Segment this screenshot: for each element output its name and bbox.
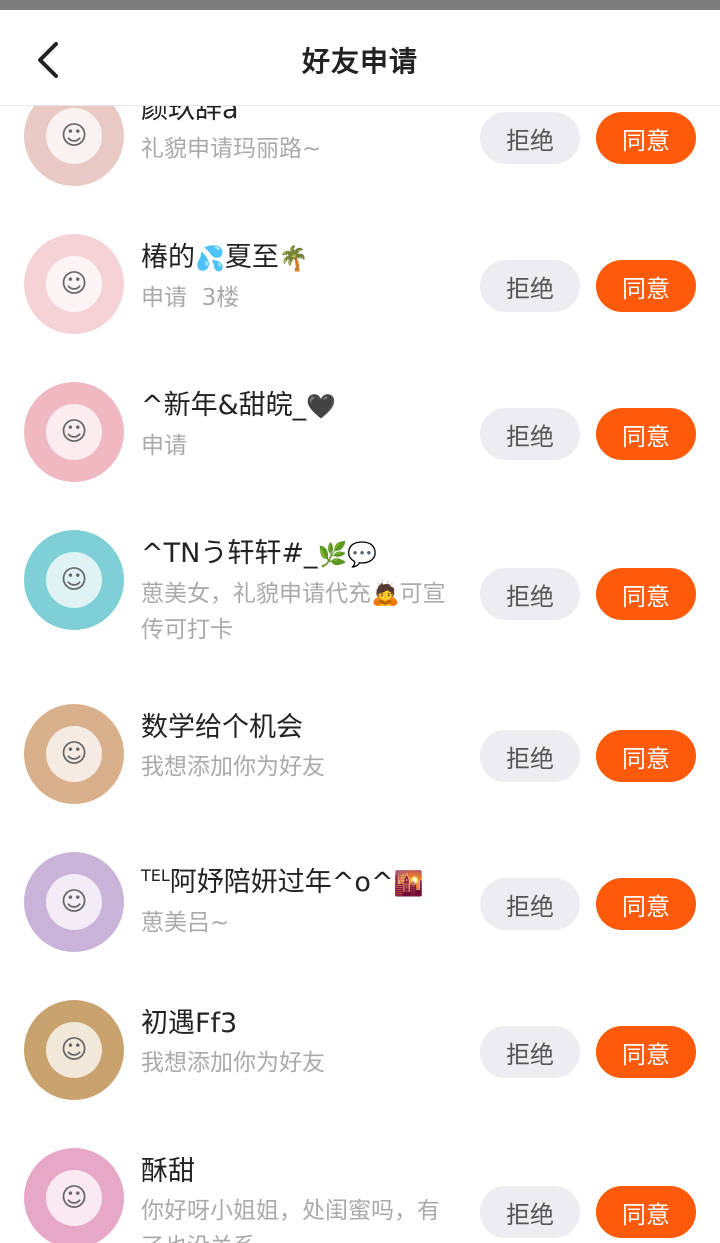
page-title: 好友申请 bbox=[301, 45, 418, 78]
request-name: 酥甜 bbox=[141, 1156, 195, 1187]
request-message: 申请 bbox=[141, 432, 187, 459]
droplets-icon: 💦 bbox=[195, 244, 225, 273]
avatar[interactable]: ☺ bbox=[24, 1148, 124, 1243]
palm-tree-icon: 🌴 bbox=[278, 244, 309, 273]
list-item: ☺ ^新年&甜皖_🖤 申请 拒绝 同意 bbox=[0, 312, 720, 482]
accept-button[interactable]: 同意 bbox=[596, 408, 696, 460]
request-name: 颜玖辞a bbox=[141, 106, 239, 125]
request-name: 数学给个机会 bbox=[141, 712, 303, 743]
accept-button[interactable]: 同意 bbox=[596, 878, 696, 930]
black-heart-icon: 🖤 bbox=[306, 392, 337, 421]
reject-button[interactable]: 拒绝 bbox=[480, 112, 580, 164]
avatar-icon: ☺ bbox=[46, 552, 102, 608]
request-name: ^新年&甜皖_🖤 bbox=[141, 387, 461, 426]
accept-button[interactable]: 同意 bbox=[596, 1026, 696, 1078]
avatar-icon: ☺ bbox=[46, 1170, 102, 1226]
avatar-icon: ☺ bbox=[46, 404, 102, 460]
request-message: 申请 3楼 bbox=[141, 284, 240, 311]
list-item: ☺ 颜玖辞a 礼貌申请玛丽路~ 拒绝 同意 bbox=[0, 106, 720, 186]
reject-button[interactable]: 拒绝 bbox=[480, 408, 580, 460]
reject-button[interactable]: 拒绝 bbox=[480, 1026, 580, 1078]
request-message: 礼貌申请玛丽路~ bbox=[141, 136, 322, 162]
reject-button[interactable]: 拒绝 bbox=[480, 568, 580, 620]
avatar-icon: ☺ bbox=[46, 108, 102, 164]
request-name: ^TNう轩轩#_🌿💬 bbox=[141, 535, 461, 574]
accept-button[interactable]: 同意 bbox=[596, 568, 696, 620]
reject-button[interactable]: 拒绝 bbox=[480, 260, 580, 312]
list-item: ☺ 初遇Ff3 我想添加你为好友 拒绝 同意 bbox=[0, 930, 720, 1100]
accept-button[interactable]: 同意 bbox=[596, 260, 696, 312]
name-text: 阿妤陪妍过年^o^ bbox=[169, 867, 394, 898]
friend-request-list[interactable]: ☺ 颜玖辞a 礼貌申请玛丽路~ 拒绝 同意 ☺ 椿的💦夏至🌴 申请 3楼 拒绝 … bbox=[0, 106, 720, 1243]
request-name: TEL阿妤陪妍过年^o^🌇 bbox=[141, 857, 461, 903]
reject-button[interactable]: 拒绝 bbox=[480, 1186, 580, 1238]
list-item: ☺ 椿的💦夏至🌴 申请 3楼 拒绝 同意 bbox=[0, 164, 720, 334]
request-message: 我想添加你为好友 bbox=[141, 754, 325, 780]
reject-button[interactable]: 拒绝 bbox=[480, 878, 580, 930]
list-item: ☺ 酥甜 你好呀小姐姐，处闺蜜吗，有了也没关系 拒绝 同意 bbox=[0, 1078, 720, 1243]
avatar-icon: ☺ bbox=[46, 726, 102, 782]
name-text: 椿的 bbox=[141, 242, 195, 273]
list-item: ☺ ^TNう轩轩#_🌿💬 葸美女，礼貌申请代充🙇可宣传可打卡 拒绝 同意 bbox=[0, 460, 720, 643]
avatar-icon: ☺ bbox=[46, 1022, 102, 1078]
request-message: 你好呀小姐姐，处闺蜜吗，有了也没关系 bbox=[141, 1198, 440, 1243]
request-name: 初遇Ff3 bbox=[141, 1008, 238, 1039]
name-text: ^新年&甜皖_ bbox=[141, 390, 307, 421]
accept-button[interactable]: 同意 bbox=[596, 730, 696, 782]
list-item: ☺ 数学给个机会 我想添加你为好友 拒绝 同意 bbox=[0, 634, 720, 804]
avatar-icon: ☺ bbox=[46, 256, 102, 312]
avatar-icon: ☺ bbox=[46, 874, 102, 930]
request-name: 椿的💦夏至🌴 bbox=[141, 239, 461, 278]
accept-button[interactable]: 同意 bbox=[596, 112, 696, 164]
accept-button[interactable]: 同意 bbox=[596, 1186, 696, 1238]
name-text: 夏至 bbox=[224, 242, 279, 273]
avatar[interactable]: ☺ bbox=[24, 530, 124, 630]
speech-bubble-icon: 💬 bbox=[347, 540, 378, 569]
list-item: ☺ TEL阿妤陪妍过年^o^🌇 葸美吕~ 拒绝 同意 bbox=[0, 782, 720, 952]
name-text: TEL bbox=[141, 866, 170, 885]
city-sunset-icon: 🌇 bbox=[393, 869, 424, 898]
header: 好友申请 bbox=[0, 10, 720, 106]
name-text: ^TNう轩轩#_ bbox=[141, 538, 318, 569]
herb-icon: 🌿 bbox=[317, 540, 348, 569]
status-bar bbox=[0, 0, 720, 10]
reject-button[interactable]: 拒绝 bbox=[480, 730, 580, 782]
request-message: 我想添加你为好友 bbox=[141, 1050, 325, 1076]
